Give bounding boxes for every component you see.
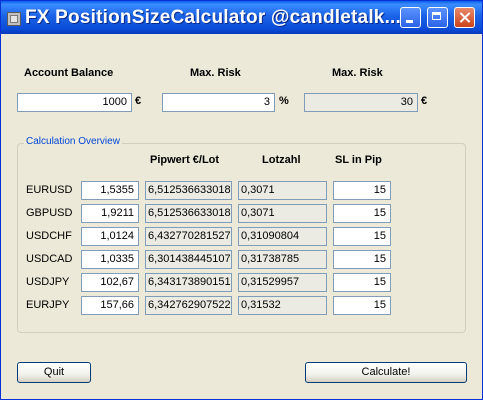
pipwert-field: 6,342762907522 bbox=[145, 296, 232, 315]
form-client-area: Account Balance Max. Risk Max. Risk 1000… bbox=[5, 34, 478, 395]
pipwert-field: 6,512536633018 bbox=[145, 181, 232, 200]
minimize-button[interactable] bbox=[400, 7, 421, 28]
lotzahl-field: 0,31529957 bbox=[238, 273, 327, 292]
lotzahl-field: 0,3071 bbox=[238, 204, 327, 223]
lotzahl-field: 0,3071 bbox=[238, 181, 327, 200]
lotzahl-field: 0,31532 bbox=[238, 296, 327, 315]
account-balance-unit: € bbox=[135, 95, 142, 107]
sl-in-pip-input[interactable]: 15 bbox=[333, 250, 391, 269]
max-risk-amount-field: 30 bbox=[304, 93, 418, 112]
pipwert-field: 6,301438445107 bbox=[145, 250, 232, 269]
max-risk-percent-unit: % bbox=[279, 95, 289, 107]
account-balance-input[interactable]: 1000 bbox=[17, 93, 132, 112]
sl-in-pip-input[interactable]: 15 bbox=[333, 181, 391, 200]
pair-label: GBPUSD bbox=[26, 207, 73, 219]
max-risk-amount-label: Max. Risk bbox=[332, 67, 383, 79]
lotzahl-field: 0,31090804 bbox=[238, 227, 327, 246]
pair-label: USDCHF bbox=[26, 230, 72, 242]
pipwert-field: 6,432770281527 bbox=[145, 227, 232, 246]
main-window: FX PositionSizeCalculator @candletalk...… bbox=[0, 0, 483, 400]
sl-in-pip-input[interactable]: 15 bbox=[333, 204, 391, 223]
pair-label: USDCAD bbox=[26, 253, 73, 265]
pipwert-field: 6,343173890151 bbox=[145, 273, 232, 292]
calculate-button[interactable]: Calculate! bbox=[305, 362, 467, 383]
max-risk-percent-label: Max. Risk bbox=[190, 67, 241, 79]
pair-label: USDJPY bbox=[26, 276, 70, 288]
calculation-overview-title: Calculation Overview bbox=[24, 136, 122, 147]
pipwert-header: Pipwert €/Lot bbox=[150, 154, 220, 166]
max-risk-percent-input[interactable]: 3 bbox=[162, 93, 275, 112]
app-icon bbox=[7, 12, 21, 26]
title-bar[interactable]: FX PositionSizeCalculator @candletalk... bbox=[1, 1, 482, 34]
quit-button[interactable]: Quit bbox=[17, 362, 91, 383]
account-balance-label: Account Balance bbox=[24, 67, 114, 79]
price-input[interactable]: 157,66 bbox=[81, 296, 139, 315]
close-button[interactable] bbox=[454, 7, 475, 28]
price-input[interactable]: 1,5355 bbox=[81, 181, 139, 200]
pipwert-field: 6,512536633018 bbox=[145, 204, 232, 223]
price-input[interactable]: 102,67 bbox=[81, 273, 139, 292]
sl-in-pip-input[interactable]: 15 bbox=[333, 273, 391, 292]
max-risk-amount-unit: € bbox=[421, 95, 428, 107]
sl-in-pip-header: SL in Pip bbox=[335, 154, 382, 166]
window-title: FX PositionSizeCalculator @candletalk... bbox=[25, 7, 402, 28]
pair-label: EURJPY bbox=[26, 299, 70, 311]
pair-label: EURUSD bbox=[26, 184, 73, 196]
lotzahl-header: Lotzahl bbox=[262, 154, 301, 166]
price-input[interactable]: 1,9211 bbox=[81, 204, 139, 223]
price-input[interactable]: 1,0335 bbox=[81, 250, 139, 269]
sl-in-pip-input[interactable]: 15 bbox=[333, 296, 391, 315]
price-input[interactable]: 1,0124 bbox=[81, 227, 139, 246]
maximize-button[interactable] bbox=[427, 7, 448, 28]
lotzahl-field: 0,31738785 bbox=[238, 250, 327, 269]
sl-in-pip-input[interactable]: 15 bbox=[333, 227, 391, 246]
